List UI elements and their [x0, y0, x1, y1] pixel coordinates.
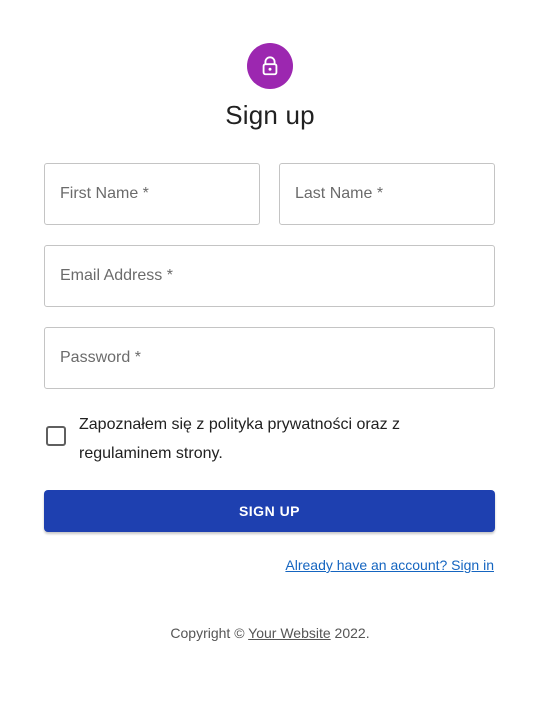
last-name-label: Last Name *: [295, 185, 384, 202]
last-name-field[interactable]: Last Name *: [279, 163, 495, 225]
first-name-field[interactable]: First Name *: [44, 163, 260, 225]
sign-in-link[interactable]: Already have an account? Sign in: [285, 557, 494, 573]
email-field[interactable]: Email Address *: [44, 245, 495, 307]
copyright: Copyright © Your Website 2022.: [0, 625, 540, 641]
email-label: Email Address *: [60, 267, 173, 284]
first-name-label: First Name *: [60, 185, 149, 202]
copyright-year: 2022.: [334, 625, 370, 641]
copyright-prefix: Copyright ©: [170, 625, 245, 641]
website-link[interactable]: Your Website: [248, 625, 331, 641]
consent-checkbox[interactable]: [46, 426, 66, 446]
password-field[interactable]: Password *: [44, 327, 495, 389]
sign-up-button[interactable]: SIGN UP: [44, 490, 495, 532]
signup-page: Sign up First Name * Last Name * Email A…: [0, 0, 540, 720]
consent-text: Zapoznałem się z polityka prywatności or…: [79, 416, 401, 462]
page-title: Sign up: [225, 100, 315, 130]
password-label: Password *: [60, 349, 141, 366]
lock-icon: [262, 56, 278, 76]
avatar: [247, 43, 293, 89]
